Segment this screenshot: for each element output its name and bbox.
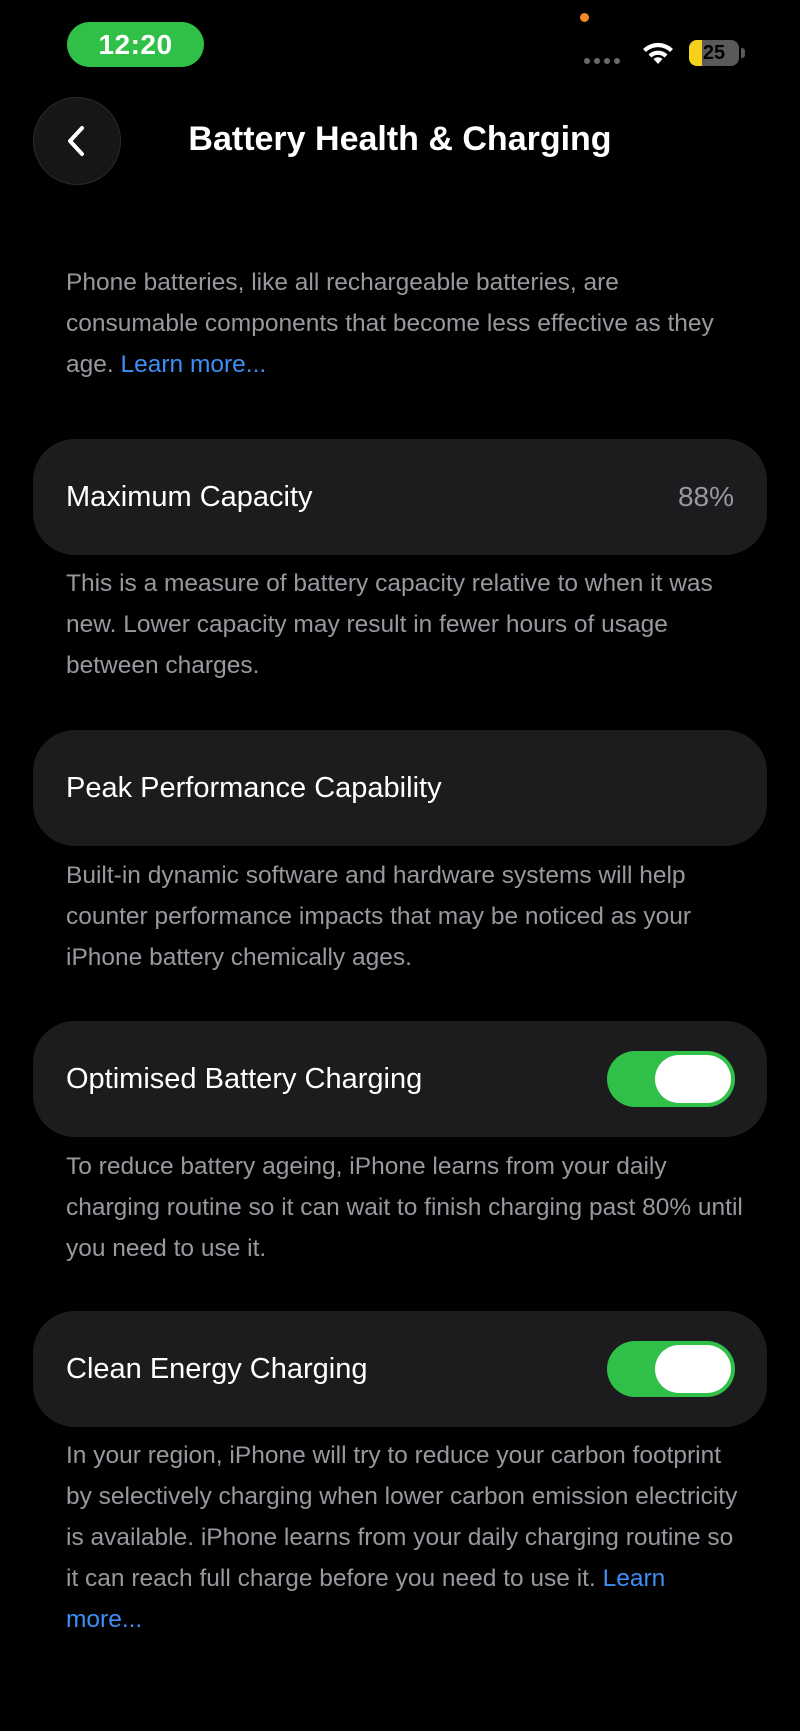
maximum-capacity-label: Maximum Capacity [66, 480, 313, 513]
clean-energy-description: In your region, iPhone will try to reduc… [66, 1435, 746, 1640]
intro-description: Phone batteries, like all rechargeable b… [66, 262, 746, 385]
clean-energy-row: Clean Energy Charging [33, 1311, 767, 1427]
clean-energy-label: Clean Energy Charging [66, 1352, 368, 1385]
maximum-capacity-value: 88% [677, 481, 734, 512]
status-time: 12:20 [67, 22, 204, 67]
chevron-left-icon [68, 126, 84, 156]
learn-more-link[interactable]: Learn more... [121, 351, 267, 378]
maximum-capacity-row: Maximum Capacity 88% [33, 439, 767, 555]
status-bar: 12:20 25 [0, 0, 800, 90]
battery-icon: 25 [689, 40, 745, 66]
optimised-charging-row: Optimised Battery Charging [33, 1021, 767, 1137]
optimised-charging-toggle[interactable] [607, 1051, 735, 1107]
page-title: Battery Health & Charging [188, 120, 612, 158]
wifi-icon [643, 42, 673, 64]
maximum-capacity-description: This is a measure of battery capacity re… [66, 570, 713, 679]
optimised-charging-description: To reduce battery ageing, iPhone learns … [66, 1153, 743, 1262]
toggle-knob [655, 1055, 731, 1103]
peak-performance-description: Built-in dynamic software and hardware s… [66, 862, 692, 971]
privacy-indicator-dot [580, 13, 589, 22]
back-button[interactable] [33, 97, 121, 185]
peak-performance-row: Peak Performance Capability [33, 730, 767, 846]
battery-level: 25 [702, 41, 726, 64]
cellular-signal-icon [584, 58, 620, 64]
toggle-knob [655, 1345, 731, 1393]
peak-performance-label: Peak Performance Capability [66, 771, 442, 804]
optimised-charging-label: Optimised Battery Charging [66, 1062, 423, 1095]
clean-energy-toggle[interactable] [607, 1341, 735, 1397]
